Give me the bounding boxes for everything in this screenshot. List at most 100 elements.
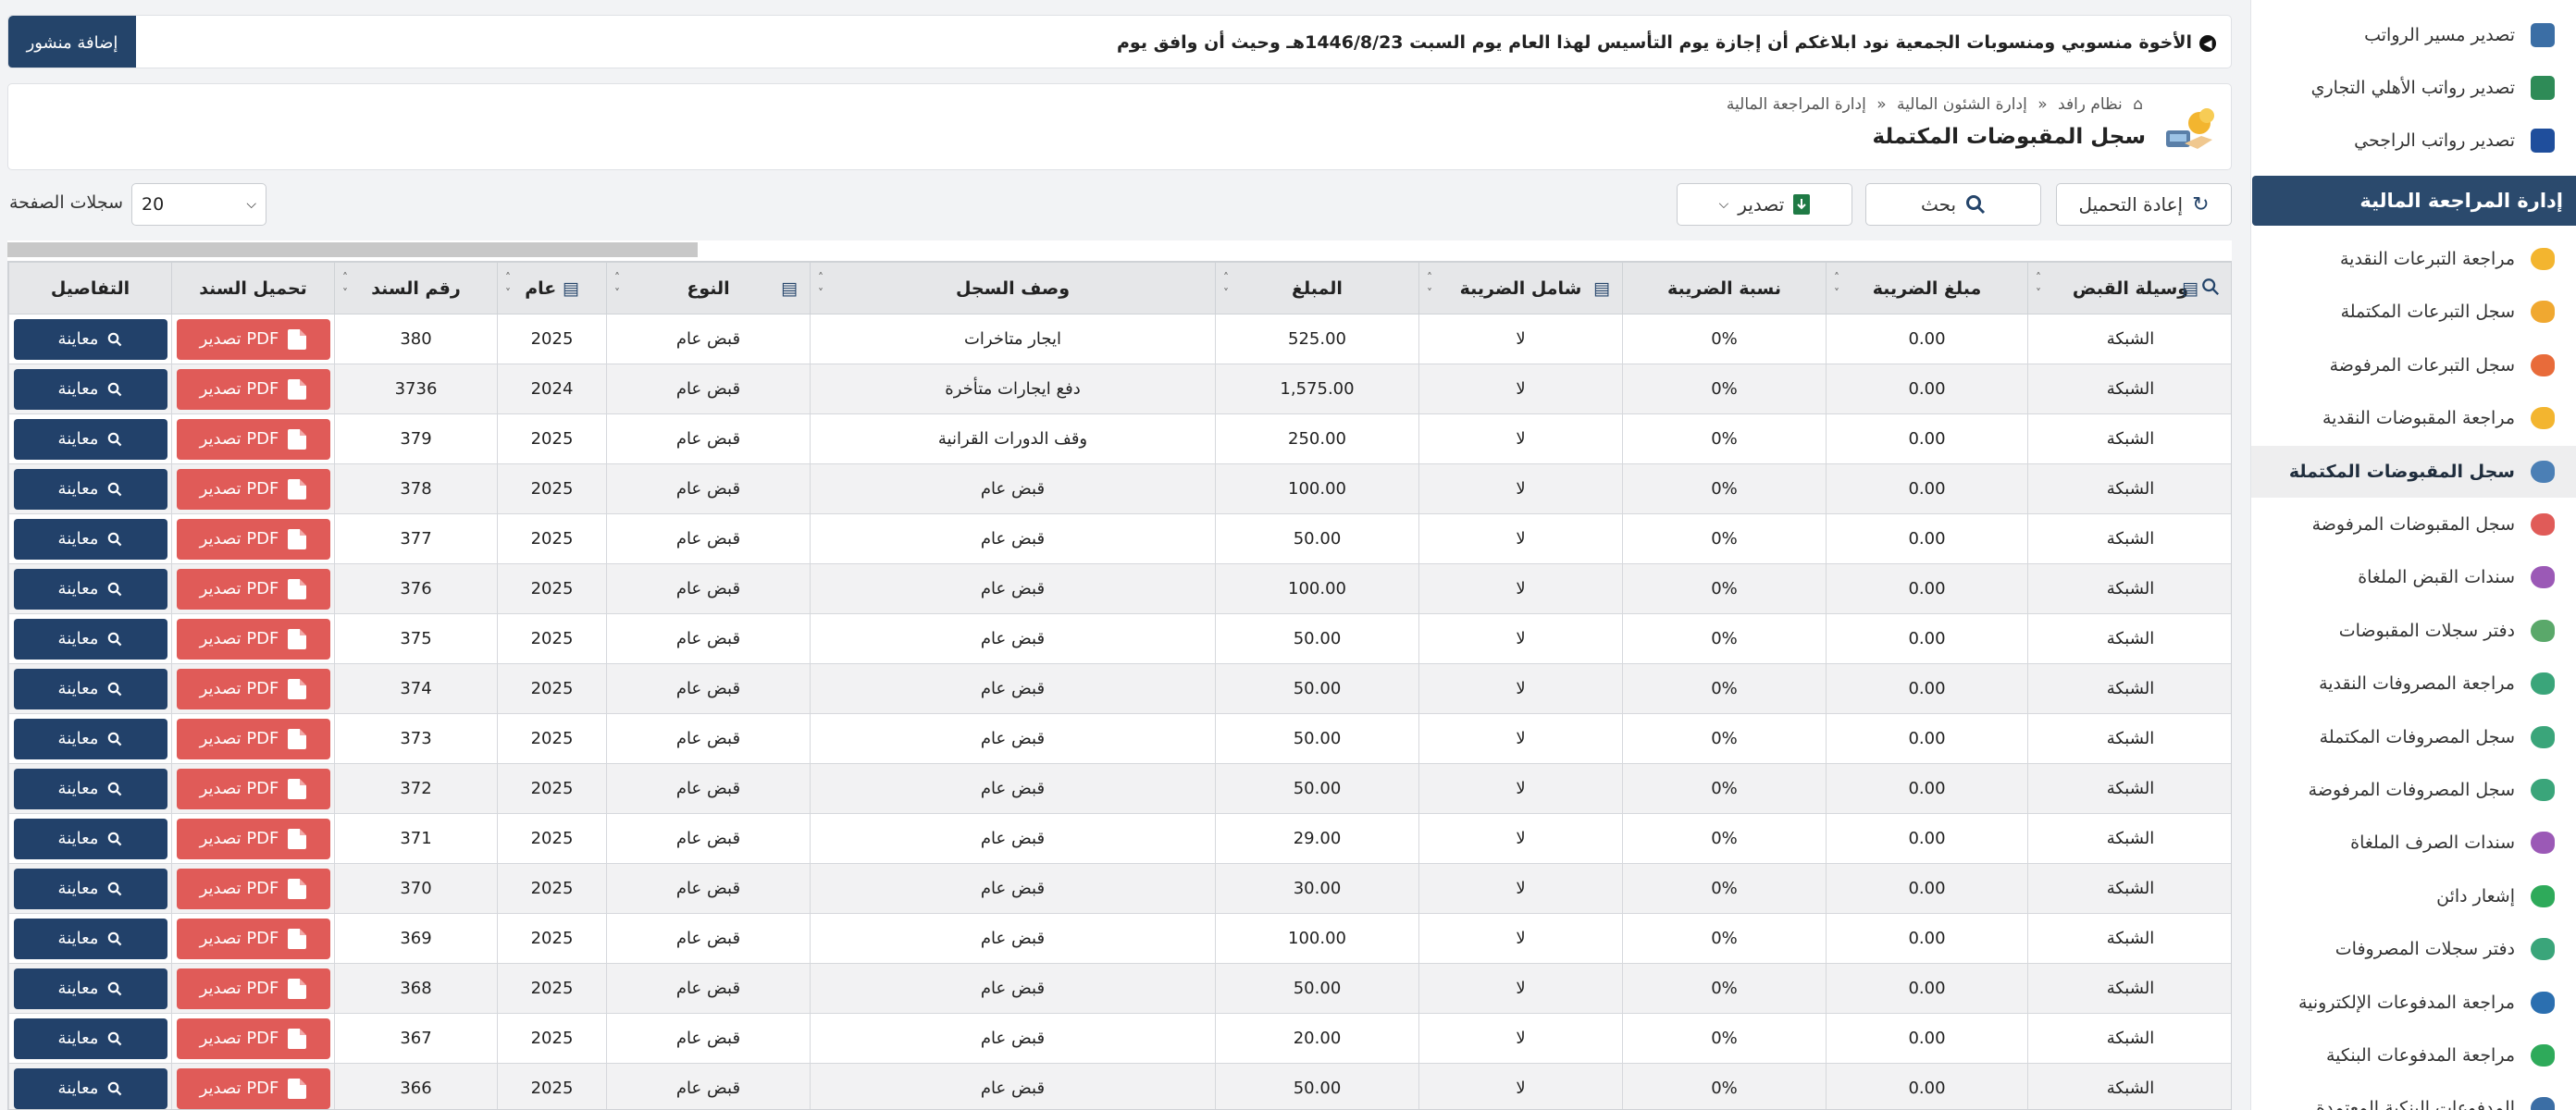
preview-button[interactable]: معاينة <box>13 1018 167 1059</box>
export-button[interactable]: ⌵ تصدير <box>1677 183 1852 226</box>
export-pdf-button[interactable]: تصدير PDF <box>176 618 330 660</box>
cell-description: دفع ايجارات متأخرة <box>810 364 1216 414</box>
sidebar-section-header[interactable]: إدارة المراجعة المالية <box>2252 176 2576 226</box>
scrollbar-thumb[interactable] <box>7 242 698 257</box>
sidebar-top-item[interactable]: تصدير رواتب الراجحي <box>2251 115 2576 166</box>
cell-amount: 100.00 <box>1215 563 1419 614</box>
preview-button[interactable]: معاينة <box>13 718 167 759</box>
preview-button[interactable]: معاينة <box>13 668 167 709</box>
sidebar-item[interactable]: مراجعة المصروفات النقدية <box>2251 658 2576 709</box>
export-pdf-button[interactable]: تصدير PDF <box>176 818 330 859</box>
preview-button[interactable]: معاينة <box>13 468 167 510</box>
export-pdf-button[interactable]: تصدير PDF <box>176 1067 330 1109</box>
sidebar-item[interactable]: المدفوعات البنكية المعتمدة <box>2251 1082 2576 1110</box>
sort-icon[interactable]: ˄ ˅ <box>1223 270 1229 302</box>
export-pdf-button[interactable]: تصدير PDF <box>176 418 330 460</box>
cell-voucher-no: 3736 <box>334 364 498 414</box>
preview-button[interactable]: معاينة <box>13 518 167 560</box>
search-icon <box>108 782 122 796</box>
sidebar-item[interactable]: سندات القبض الملغاة <box>2251 551 2576 603</box>
cell-download: تصدير PDF <box>171 413 335 464</box>
export-pdf-button[interactable]: تصدير PDF <box>176 1018 330 1059</box>
sidebar-item[interactable]: إشعار دائن <box>2251 870 2576 922</box>
breadcrumb-item[interactable]: نظام رافد <box>2058 95 2123 114</box>
export-pdf-button[interactable]: تصدير PDF <box>176 318 330 360</box>
export-pdf-button[interactable]: تصدير PDF <box>176 718 330 759</box>
sidebar-item[interactable]: مراجعة التبرعات النقدية <box>2251 233 2576 285</box>
app-root: تصدير مسير الرواتب تصدير رواتب الأهلي الت… <box>0 0 2576 1110</box>
export-pdf-button[interactable]: تصدير PDF <box>176 668 330 709</box>
sidebar-item[interactable]: دفتر سجلات المقبوضات <box>2251 605 2576 657</box>
sidebar-item[interactable]: سجل التبرعات المرفوضة <box>2251 339 2576 391</box>
sidebar-item[interactable]: مراجعة المدفوعات الإلكترونية <box>2251 977 2576 1029</box>
preview-button[interactable]: معاينة <box>13 1067 167 1109</box>
col-description[interactable]: ˄ ˅ وصف السجل <box>810 262 1216 314</box>
cell-tax-rate: 0% <box>1622 713 1827 764</box>
breadcrumb-item[interactable]: إدارة المراجعة المالية <box>1727 95 1866 114</box>
sidebar-item[interactable]: مراجعة المقبوضات النقدية <box>2251 392 2576 444</box>
cell-description: قبض عام <box>810 513 1216 564</box>
sidebar-item[interactable]: دفتر سجلات المصروفات <box>2251 923 2576 975</box>
horizontal-scrollbar[interactable] <box>7 240 2232 261</box>
sort-icon[interactable]: ˄ ˅ <box>1427 270 1432 302</box>
sort-icon[interactable]: ˄ ˅ <box>505 270 511 302</box>
col-voucher-no[interactable]: ˄ ˅ رقم السند <box>334 262 498 314</box>
export-pdf-button[interactable]: تصدير PDF <box>176 518 330 560</box>
preview-button[interactable]: معاينة <box>13 568 167 610</box>
bank-payments-review-icon <box>2526 1039 2559 1072</box>
cell-year: 2025 <box>497 663 607 714</box>
table-column-icon: ▤ <box>2182 278 2198 299</box>
cell-year: 2025 <box>497 463 607 514</box>
preview-button[interactable]: معاينة <box>13 318 167 360</box>
sort-icon[interactable]: ˄ ˅ <box>1834 270 1839 302</box>
preview-button[interactable]: معاينة <box>13 868 167 909</box>
preview-button[interactable]: معاينة <box>13 418 167 460</box>
sidebar-item[interactable]: سجل التبرعات المكتملة <box>2251 286 2576 338</box>
preview-button[interactable]: معاينة <box>13 968 167 1009</box>
export-pdf-label: تصدير PDF <box>199 779 279 798</box>
search-column-icon[interactable] <box>2201 278 2220 296</box>
col-tax-amount[interactable]: ˄ ˅ مبلغ الضريبة <box>1826 262 2028 314</box>
export-pdf-button[interactable]: تصدير PDF <box>176 568 330 610</box>
export-pdf-button[interactable]: تصدير PDF <box>176 368 330 410</box>
sort-icon[interactable]: ˄ ˅ <box>342 270 348 302</box>
col-amount[interactable]: ˄ ˅ المبلغ <box>1215 262 1419 314</box>
preview-button[interactable]: معاينة <box>13 618 167 660</box>
add-post-button[interactable]: إضافة منشور <box>8 16 136 68</box>
per-page-select[interactable]: 20 ⌵ <box>131 183 266 226</box>
sort-icon[interactable]: ˄ ˅ <box>614 270 620 302</box>
sidebar-item[interactable]: سندات الصرف الملغاة <box>2251 817 2576 869</box>
expenses-rejected-icon <box>2526 773 2559 807</box>
export-pdf-button[interactable]: تصدير PDF <box>176 918 330 959</box>
search-button[interactable]: بحث <box>1865 183 2041 226</box>
breadcrumb-item[interactable]: إدارة الشئون المالية <box>1897 95 2027 114</box>
col-tax-inclusive[interactable]: ˄ ˅ شامل الضريبة ▤ <box>1418 262 1623 314</box>
preview-button[interactable]: معاينة <box>13 918 167 959</box>
sidebar-top-item[interactable]: تصدير رواتب الأهلي التجاري <box>2251 62 2576 114</box>
export-pdf-button[interactable]: تصدير PDF <box>176 468 330 510</box>
export-pdf-button[interactable]: تصدير PDF <box>176 868 330 909</box>
search-icon <box>108 981 122 995</box>
col-tax-rate[interactable]: نسبة الضريبة <box>1622 262 1827 314</box>
sidebar-item[interactable]: مراجعة المدفوعات البنكية <box>2251 1030 2576 1081</box>
search-icon <box>1966 195 1986 215</box>
sidebar-item[interactable]: سجل المقبوضات المكتملة <box>2251 445 2576 498</box>
preview-button[interactable]: معاينة <box>13 768 167 809</box>
col-year[interactable]: ˄ ˅ عام ▤ <box>497 262 607 314</box>
col-type[interactable]: ˄ ˅ النوع ▤ <box>606 262 811 314</box>
export-pdf-label: تصدير PDF <box>199 829 279 848</box>
sidebar-item[interactable]: سجل المصروفات المرفوضة <box>2251 764 2576 816</box>
export-pdf-button[interactable]: تصدير PDF <box>176 968 330 1009</box>
preview-button[interactable]: معاينة <box>13 368 167 410</box>
preview-button[interactable]: معاينة <box>13 818 167 859</box>
export-pdf-button[interactable]: تصدير PDF <box>176 768 330 809</box>
sidebar-item[interactable]: سجل المصروفات المكتملة <box>2251 711 2576 763</box>
export-pdf-label: تصدير PDF <box>199 529 279 549</box>
sort-icon[interactable]: ˄ ˅ <box>818 270 824 302</box>
sort-icon[interactable]: ˄ ˅ <box>2036 270 2041 302</box>
reload-button[interactable]: إعادة التحميل ↻ <box>2056 183 2232 226</box>
sidebar-item[interactable]: سجل المقبوضات المرفوضة <box>2251 499 2576 550</box>
page-header: ⌂ نظام رافد « إدارة الشئون المالية « إدا… <box>7 83 2232 170</box>
reload-label: إعادة التحميل <box>2078 193 2184 216</box>
sidebar-top-item[interactable]: تصدير مسير الرواتب <box>2251 9 2576 61</box>
